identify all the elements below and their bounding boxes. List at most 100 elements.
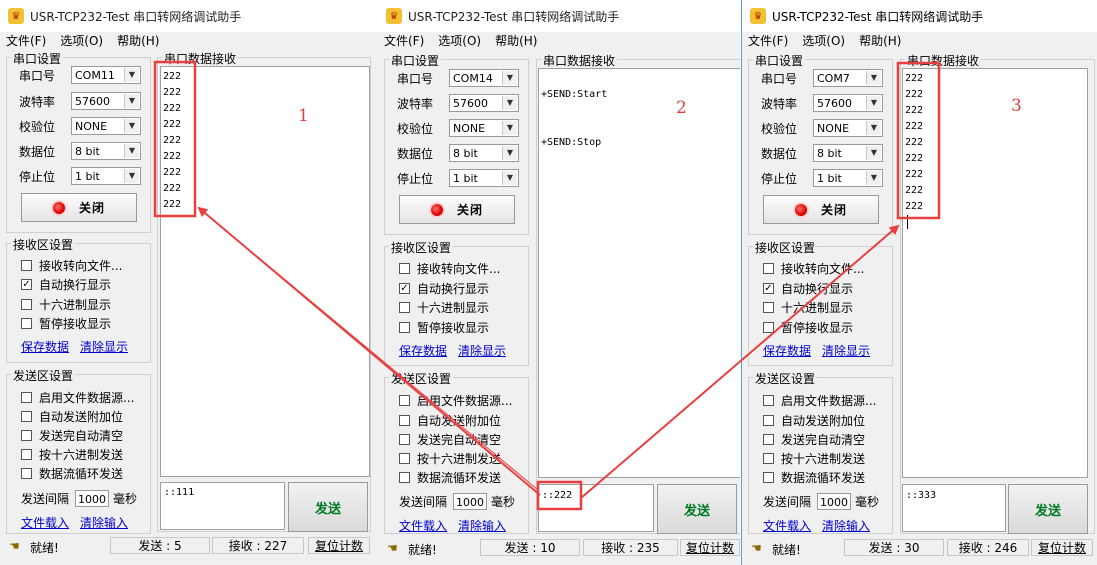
clear-display-link[interactable]: 清除显示: [458, 342, 506, 359]
databits-select[interactable]: 8 bit ▼: [449, 144, 519, 162]
auto-clear-checkbox[interactable]: 发送完自动清空: [399, 431, 501, 448]
rx-settings-title: 接收区设置: [753, 239, 818, 256]
rx-line: 222: [163, 119, 182, 130]
stopbits-label: 停止位: [397, 171, 434, 186]
auto-append-checkbox[interactable]: 自动发送附加位: [763, 412, 865, 429]
clear-input-link[interactable]: 清除输入: [80, 514, 128, 531]
databits-select[interactable]: 8 bit ▼: [813, 144, 883, 162]
pause-rx-checkbox[interactable]: 暂停接收显示: [21, 315, 111, 332]
menu-file[interactable]: 文件(F): [6, 32, 46, 49]
loop-send-checkbox[interactable]: 数据流循环发送: [763, 469, 865, 486]
tx-textarea[interactable]: ::333: [902, 484, 1006, 532]
close-port-button[interactable]: 关闭: [763, 195, 879, 224]
title-bar[interactable]: ♛ USR-TCP232-Test 串口转网络调试助手: [0, 0, 378, 32]
close-port-button[interactable]: 关闭: [21, 193, 137, 222]
load-file-link[interactable]: 文件载入: [21, 514, 69, 531]
send-button[interactable]: 发送: [1008, 484, 1088, 534]
rx-textarea[interactable]: 222 222 222 222 222 222 222 222 222: [902, 68, 1088, 478]
rx-to-file-checkbox[interactable]: 接收转向文件...: [763, 260, 864, 277]
hex-send-checkbox[interactable]: 按十六进制发送: [763, 450, 865, 467]
stopbits-select[interactable]: 1 bit ▼: [449, 169, 519, 187]
auto-append-checkbox[interactable]: 自动发送附加位: [399, 412, 501, 429]
rx-to-file-checkbox[interactable]: 接收转向文件...: [399, 260, 500, 277]
auto-clear-checkbox[interactable]: 发送完自动清空: [21, 427, 123, 444]
close-port-button[interactable]: 关闭: [399, 195, 515, 224]
auto-clear-checkbox[interactable]: 发送完自动清空: [763, 431, 865, 448]
save-data-link[interactable]: 保存数据: [399, 342, 447, 359]
file-source-checkbox[interactable]: 启用文件数据源...: [763, 392, 876, 409]
rx-line: 222: [905, 153, 924, 164]
rx-to-file-checkbox[interactable]: 接收转向文件...: [21, 257, 122, 274]
menu-options[interactable]: 选项(O): [60, 32, 103, 49]
send-button[interactable]: 发送: [288, 482, 368, 532]
rx-textarea[interactable]: 222 222 222 222 222 222 222 222 222: [160, 66, 370, 477]
status-bar: ☚ 就绪! 发送 : 10 接收 : 235 复位计数: [378, 538, 740, 560]
parity-select[interactable]: NONE ▼: [71, 117, 141, 135]
chevron-down-icon: ▼: [124, 119, 139, 133]
port-select[interactable]: COM7 ▼: [813, 69, 883, 87]
port-select[interactable]: COM11 ▼: [71, 66, 141, 84]
rx-line: 222: [163, 199, 182, 210]
checkbox-icon: [763, 453, 774, 464]
title-bar[interactable]: ♛ USR-TCP232-Test 串口转网络调试助手: [378, 0, 740, 32]
baud-select[interactable]: 57600 ▼: [71, 92, 141, 110]
title-bar[interactable]: ♛ USR-TCP232-Test 串口转网络调试助手: [742, 0, 1097, 32]
parity-select[interactable]: NONE ▼: [449, 119, 519, 137]
interval-input[interactable]: 1000: [817, 493, 852, 510]
auto-wrap-checkbox[interactable]: ✓ 自动换行显示: [763, 280, 853, 297]
pause-rx-checkbox[interactable]: 暂停接收显示: [399, 319, 489, 336]
send-button[interactable]: 发送: [657, 484, 737, 534]
checkbox-icon: [21, 411, 32, 422]
interval-input[interactable]: 1000: [75, 490, 110, 507]
load-file-link[interactable]: 文件载入: [399, 517, 447, 534]
databits-select[interactable]: 8 bit ▼: [71, 142, 141, 160]
hex-send-checkbox[interactable]: 按十六进制发送: [399, 450, 501, 467]
auto-wrap-checkbox[interactable]: ✓ 自动换行显示: [399, 280, 489, 297]
rx-line: [539, 119, 740, 135]
window-title: USR-TCP232-Test 串口转网络调试助手: [408, 9, 620, 24]
file-source-checkbox[interactable]: 启用文件数据源...: [399, 392, 512, 409]
auto-append-checkbox[interactable]: 自动发送附加位: [21, 408, 123, 425]
hex-display-checkbox[interactable]: 十六进制显示: [763, 299, 853, 316]
tx-settings-title: 发送区设置: [753, 370, 818, 387]
hex-display-checkbox[interactable]: 十六进制显示: [399, 299, 489, 316]
menu-options[interactable]: 选项(O): [438, 32, 481, 49]
menu-options[interactable]: 选项(O): [802, 32, 845, 49]
menu-file[interactable]: 文件(F): [384, 32, 424, 49]
menu-help[interactable]: 帮助(H): [859, 32, 901, 49]
rx-data-title: 串口数据接收: [162, 50, 239, 67]
rx-line: 222: [163, 71, 182, 82]
clear-input-link[interactable]: 清除输入: [458, 517, 506, 534]
tx-textarea[interactable]: ::111: [160, 482, 285, 530]
menu-file[interactable]: 文件(F): [748, 32, 788, 49]
reset-count-button[interactable]: 复位计数: [308, 537, 370, 554]
file-source-checkbox[interactable]: 启用文件数据源...: [21, 389, 134, 406]
clear-display-link[interactable]: 清除显示: [80, 338, 128, 355]
reset-count-button[interactable]: 复位计数: [1031, 539, 1093, 556]
pause-rx-checkbox[interactable]: 暂停接收显示: [763, 319, 853, 336]
load-file-link[interactable]: 文件载入: [763, 517, 811, 534]
hex-send-checkbox[interactable]: 按十六进制发送: [21, 446, 123, 463]
tx-textarea[interactable]: ::222: [538, 484, 654, 532]
checkmark-icon: ✓: [763, 282, 774, 294]
loop-send-checkbox[interactable]: 数据流循环发送: [21, 465, 123, 482]
auto-wrap-checkbox[interactable]: ✓ 自动换行显示: [21, 276, 111, 293]
hex-display-checkbox[interactable]: 十六进制显示: [21, 296, 111, 313]
interval-input[interactable]: 1000: [453, 493, 488, 510]
baud-select[interactable]: 57600 ▼: [449, 94, 519, 112]
save-data-link[interactable]: 保存数据: [21, 338, 69, 355]
status-ready: 就绪!: [772, 543, 801, 557]
menu-help[interactable]: 帮助(H): [117, 32, 159, 49]
clear-input-link[interactable]: 清除输入: [822, 517, 870, 534]
loop-send-checkbox[interactable]: 数据流循环发送: [399, 469, 501, 486]
baud-select[interactable]: 57600 ▼: [813, 94, 883, 112]
reset-count-button[interactable]: 复位计数: [680, 539, 740, 556]
stopbits-select[interactable]: 1 bit ▼: [813, 169, 883, 187]
parity-select[interactable]: NONE ▼: [813, 119, 883, 137]
menu-help[interactable]: 帮助(H): [495, 32, 537, 49]
stopbits-select[interactable]: 1 bit ▼: [71, 167, 141, 185]
rx-textarea[interactable]: +SEND:Start +SEND:Stop: [538, 68, 740, 478]
clear-display-link[interactable]: 清除显示: [822, 342, 870, 359]
save-data-link[interactable]: 保存数据: [763, 342, 811, 359]
port-select[interactable]: COM14 ▼: [449, 69, 519, 87]
